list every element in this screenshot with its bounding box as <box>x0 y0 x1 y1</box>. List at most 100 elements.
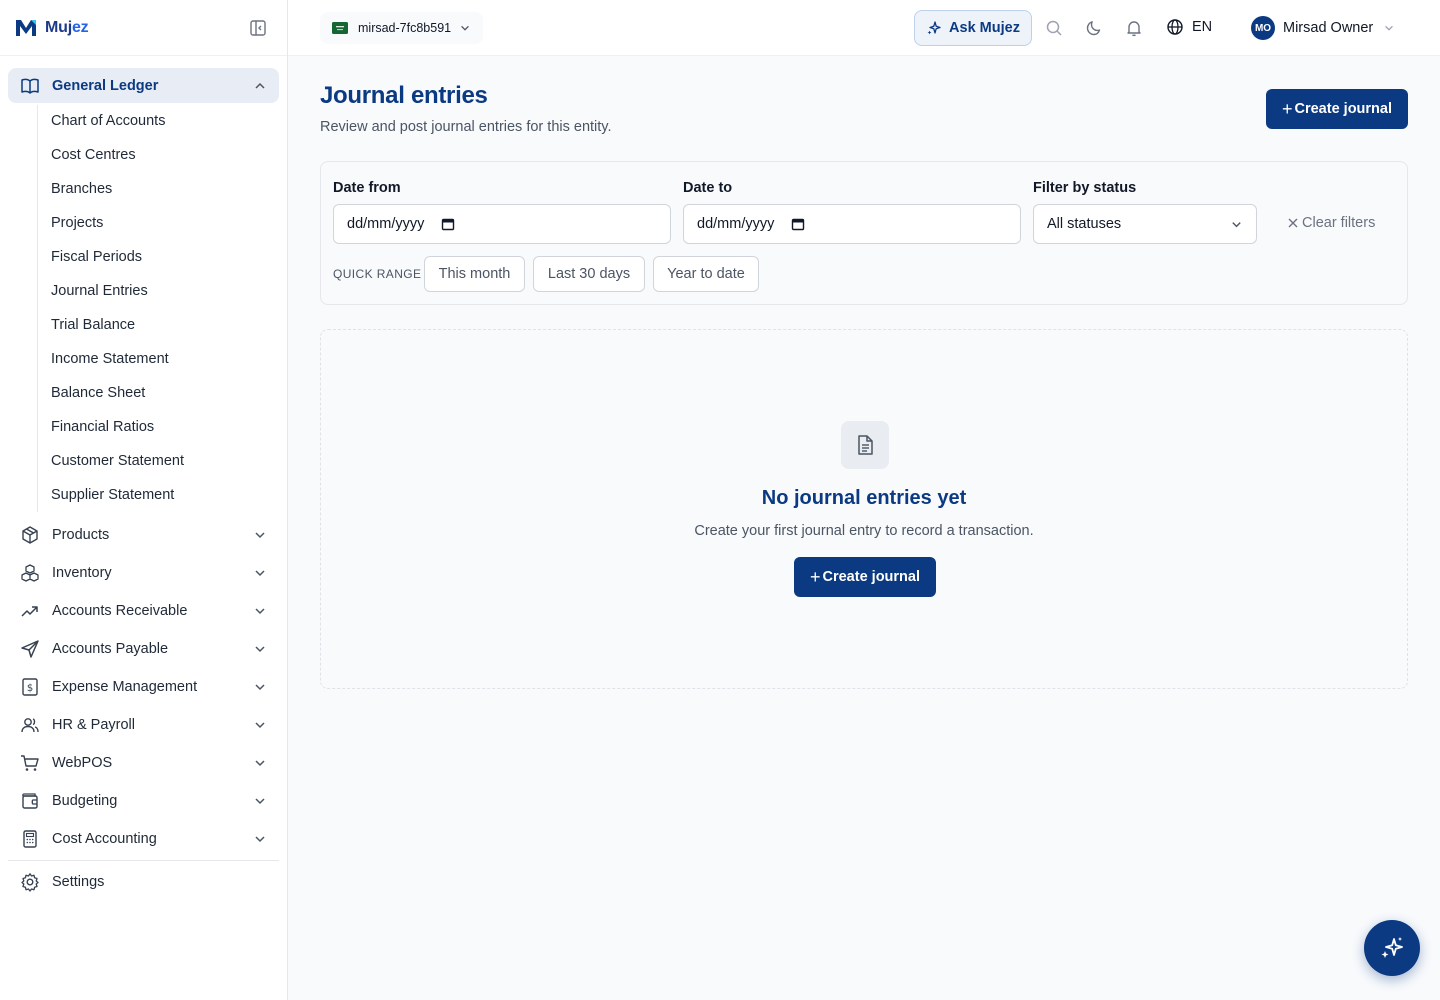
brand-name: Mujez <box>45 18 89 36</box>
clear-filters-button[interactable]: Clear filters <box>1287 215 1375 231</box>
sidebar-item-webpos[interactable]: WebPOS <box>8 744 279 782</box>
quick-range-this-month[interactable]: This month <box>424 256 525 292</box>
date-from-label: Date from <box>333 180 401 196</box>
sidebar-item-label: HR & Payroll <box>52 717 135 733</box>
sidebar-item-projects[interactable]: Projects <box>37 206 279 240</box>
sidebar-item-cost-centres[interactable]: Cost Centres <box>37 138 279 172</box>
ask-mujez-label: Ask Mujez <box>949 20 1020 36</box>
chevron-down-icon <box>255 836 265 843</box>
empty-state: No journal entries yet Create your first… <box>320 329 1408 689</box>
sidebar-divider <box>8 860 279 861</box>
sidebar-item-journal-entries[interactable]: Journal Entries <box>37 274 279 308</box>
status-filter-label: Filter by status <box>1033 180 1137 196</box>
sidebar-item-label: WebPOS <box>52 755 113 771</box>
sidebar-item-label: Accounts Payable <box>52 641 169 657</box>
page-subtitle: Review and post journal entries for this… <box>320 119 612 135</box>
chevron-down-icon <box>255 798 265 805</box>
book-open-icon <box>21 78 39 94</box>
sidebar-item-budgeting[interactable]: Budgeting <box>8 782 279 820</box>
wallet-icon <box>22 793 38 809</box>
sparkles-icon <box>1381 937 1403 958</box>
date-to-input[interactable]: dd/mm/yyyy <box>683 204 1021 244</box>
users-icon <box>21 718 39 733</box>
sidebar-item-trial-balance[interactable]: Trial Balance <box>37 308 279 342</box>
create-journal-empty-button[interactable]: + Create journal <box>794 557 936 597</box>
status-filter-value: All statuses <box>1047 216 1122 232</box>
ask-mujez-button[interactable]: Ask Mujez <box>914 10 1032 46</box>
status-filter-select[interactable]: All statuses <box>1033 204 1257 244</box>
sidebar: Mujez General Ledger Chart of Accounts C… <box>0 0 288 1000</box>
moon-icon[interactable] <box>1085 19 1103 37</box>
sidebar-item-products[interactable]: Products <box>8 516 279 554</box>
sidebar-item-label: Budgeting <box>52 793 118 809</box>
user-menu[interactable]: MO Mirsad Owner <box>1251 16 1395 40</box>
chevron-down-icon <box>255 608 265 615</box>
sidebar-item-label: Cost Accounting <box>52 831 157 847</box>
globe-icon <box>1167 19 1183 35</box>
sidebar-item-expense-management[interactable]: $ Expense Management <box>8 668 279 706</box>
language-selector[interactable]: EN <box>1166 18 1212 36</box>
sidebar-item-financial-ratios[interactable]: Financial Ratios <box>37 410 279 444</box>
chevron-down-icon <box>461 25 469 31</box>
sidebar-item-label: Inventory <box>52 565 112 581</box>
ai-assistant-fab[interactable] <box>1364 920 1420 976</box>
sparkles-icon <box>927 21 941 35</box>
sidebar-item-income-statement[interactable]: Income Statement <box>37 342 279 376</box>
sidebar-item-chart-of-accounts[interactable]: Chart of Accounts <box>37 104 279 138</box>
chevron-down-icon <box>255 684 265 691</box>
sidebar-item-general-ledger[interactable]: General Ledger <box>8 68 279 103</box>
close-icon <box>1288 218 1298 228</box>
chevron-down-icon <box>1385 25 1394 31</box>
entity-selector[interactable]: mirsad-7fc8b591 <box>320 12 484 44</box>
create-journal-label: Create journal <box>822 569 921 585</box>
sidebar-item-label: General Ledger <box>52 77 159 94</box>
svg-text:$: $ <box>27 683 33 694</box>
chevron-down-icon <box>255 570 265 577</box>
sidebar-item-cost-accounting[interactable]: Cost Accounting <box>8 820 279 858</box>
chevron-up-icon <box>255 82 265 89</box>
sidebar-item-supplier-statement[interactable]: Supplier Statement <box>37 478 279 512</box>
create-journal-button[interactable]: + Create journal <box>1266 89 1408 129</box>
calendar-icon <box>792 218 805 231</box>
search-icon[interactable] <box>1045 19 1063 37</box>
saudi-flag-icon <box>332 22 348 34</box>
create-journal-label: Create journal <box>1294 101 1393 117</box>
empty-state-subtitle: Create your first journal entry to recor… <box>694 523 1034 539</box>
sidebar-item-customer-statement[interactable]: Customer Statement <box>37 444 279 478</box>
calendar-icon <box>442 218 455 231</box>
mujez-logo-icon <box>16 19 36 36</box>
filters-panel: Date from dd/mm/yyyy Date to dd/mm/yyyy … <box>320 161 1408 305</box>
chevron-down-icon <box>255 646 265 653</box>
sidebar-nav: General Ledger Chart of Accounts Cost Ce… <box>0 56 287 901</box>
empty-state-title: No journal entries yet <box>761 487 967 509</box>
bell-icon[interactable] <box>1125 19 1143 37</box>
sidebar-item-accounts-receivable[interactable]: Accounts Receivable <box>8 592 279 630</box>
date-to-label: Date to <box>683 180 733 196</box>
language-label: EN <box>1192 19 1213 35</box>
plus-icon: + <box>1281 99 1293 119</box>
sidebar-item-hr-payroll[interactable]: HR & Payroll <box>8 706 279 744</box>
document-icon-box <box>841 421 889 469</box>
calculator-icon <box>23 830 37 848</box>
sidebar-item-balance-sheet[interactable]: Balance Sheet <box>37 376 279 410</box>
boxes-icon <box>21 564 39 582</box>
chevron-down-icon <box>255 760 265 767</box>
brand: Mujez <box>0 0 287 56</box>
chevron-down-icon <box>1232 221 1241 227</box>
date-from-input[interactable]: dd/mm/yyyy <box>333 204 671 244</box>
sidebar-item-fiscal-periods[interactable]: Fiscal Periods <box>37 240 279 274</box>
sidebar-item-branches[interactable]: Branches <box>37 172 279 206</box>
sidebar-item-settings[interactable]: Settings <box>8 863 279 901</box>
sidebar-item-label: Accounts Receivable <box>52 603 188 619</box>
date-from-value: dd/mm/yyyy <box>347 216 425 232</box>
sidebar-item-label: Settings <box>52 874 105 890</box>
quick-range-year-to-date[interactable]: Year to date <box>653 256 759 292</box>
receipt-icon: $ <box>22 678 38 696</box>
quick-range-last-30-days[interactable]: Last 30 days <box>533 256 645 292</box>
date-to-value: dd/mm/yyyy <box>697 216 775 232</box>
sidebar-item-accounts-payable[interactable]: Accounts Payable <box>8 630 279 668</box>
user-name: Mirsad Owner <box>1283 20 1374 36</box>
sidebar-item-inventory[interactable]: Inventory <box>8 554 279 592</box>
chevron-down-icon <box>255 532 265 539</box>
sidebar-collapse-icon[interactable] <box>249 19 267 37</box>
